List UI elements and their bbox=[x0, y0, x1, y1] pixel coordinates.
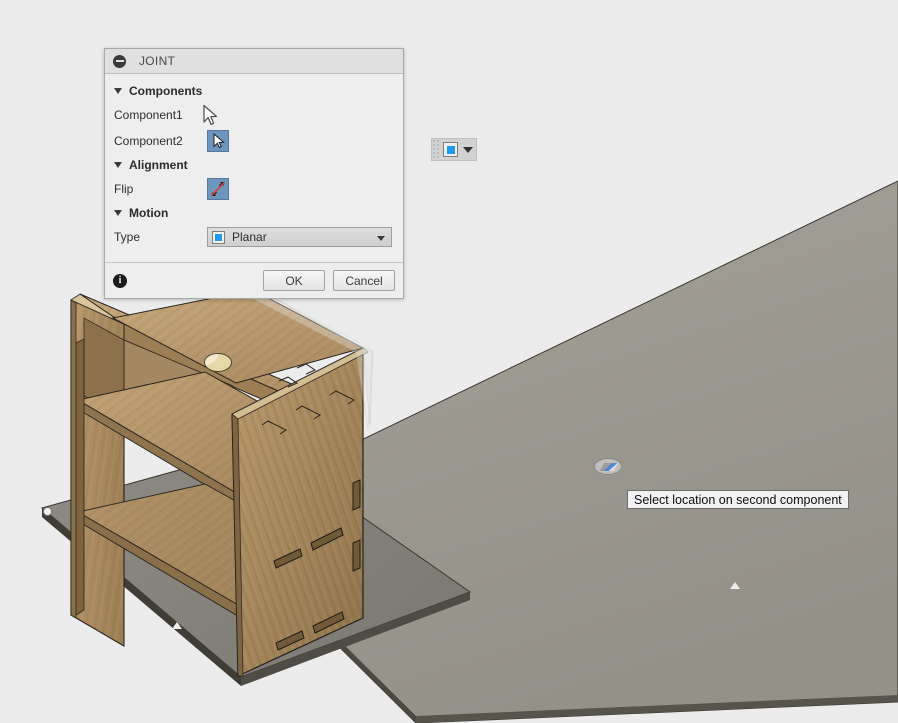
planar-joint-glyph bbox=[204, 353, 232, 372]
midpoint-snap-triangle bbox=[730, 582, 740, 589]
cursor-arrow-icon bbox=[213, 132, 225, 149]
joint-origin-blade bbox=[599, 463, 619, 471]
planar-joint-icon[interactable] bbox=[443, 142, 458, 157]
right-side-panel bbox=[231, 347, 369, 677]
dialog-body: Components Component1 Component2 Alignme… bbox=[105, 74, 403, 262]
minus-circle-icon[interactable] bbox=[113, 54, 126, 68]
component2-select-button[interactable] bbox=[207, 130, 229, 152]
row-motion-type[interactable]: Type Planar bbox=[105, 224, 403, 258]
section-header-motion[interactable]: Motion bbox=[105, 202, 403, 224]
mouse-cursor-icon bbox=[203, 104, 218, 125]
motion-type-value: Planar bbox=[232, 230, 267, 244]
triangle-down-icon[interactable] bbox=[114, 162, 122, 168]
section-label-alignment: Alignment bbox=[129, 158, 188, 172]
flip-button[interactable] bbox=[207, 178, 229, 200]
joint-dialog[interactable]: JOINT Components Component1 Component2 A… bbox=[104, 48, 404, 299]
left-vertical-support bbox=[70, 299, 77, 619]
chevron-down-icon[interactable] bbox=[377, 236, 385, 241]
section-header-components[interactable]: Components bbox=[105, 80, 403, 102]
section-header-alignment[interactable]: Alignment bbox=[105, 154, 403, 176]
triangle-down-icon[interactable] bbox=[114, 210, 122, 216]
dialog-titlebar[interactable]: JOINT bbox=[105, 49, 403, 74]
status-tooltip: Select location on second component bbox=[627, 490, 849, 509]
label-flip: Flip bbox=[114, 182, 134, 196]
planar-joint-icon bbox=[212, 230, 225, 244]
flip-arrows-icon bbox=[210, 181, 226, 197]
drag-grip-icon[interactable] bbox=[432, 139, 439, 160]
row-component1[interactable]: Component1 bbox=[105, 102, 403, 128]
chevron-down-icon[interactable] bbox=[463, 146, 473, 153]
dialog-title: JOINT bbox=[139, 54, 176, 68]
joint-type-mini-toolbar[interactable] bbox=[431, 138, 477, 161]
dialog-footer: i OK Cancel bbox=[105, 262, 403, 298]
info-icon[interactable]: i bbox=[113, 273, 127, 288]
cancel-button[interactable]: Cancel bbox=[333, 270, 395, 291]
label-motion-type: Type bbox=[114, 230, 141, 244]
triangle-down-icon[interactable] bbox=[114, 88, 122, 94]
section-label-motion: Motion bbox=[129, 206, 169, 220]
left-inner-divider bbox=[75, 338, 85, 616]
row-component2[interactable]: Component2 bbox=[105, 128, 403, 154]
ok-button[interactable]: OK bbox=[263, 270, 325, 291]
label-component2: Component2 bbox=[114, 134, 183, 148]
joint-origin-marker[interactable] bbox=[594, 458, 622, 475]
midpoint-snap-triangle bbox=[172, 622, 182, 629]
motion-type-dropdown[interactable]: Planar bbox=[207, 227, 392, 247]
row-flip[interactable]: Flip bbox=[105, 176, 403, 202]
endpoint-snap-dot bbox=[43, 507, 52, 516]
label-component1: Component1 bbox=[114, 108, 183, 122]
tooltip-text: Select location on second component bbox=[634, 492, 842, 507]
section-label-components: Components bbox=[129, 84, 203, 98]
